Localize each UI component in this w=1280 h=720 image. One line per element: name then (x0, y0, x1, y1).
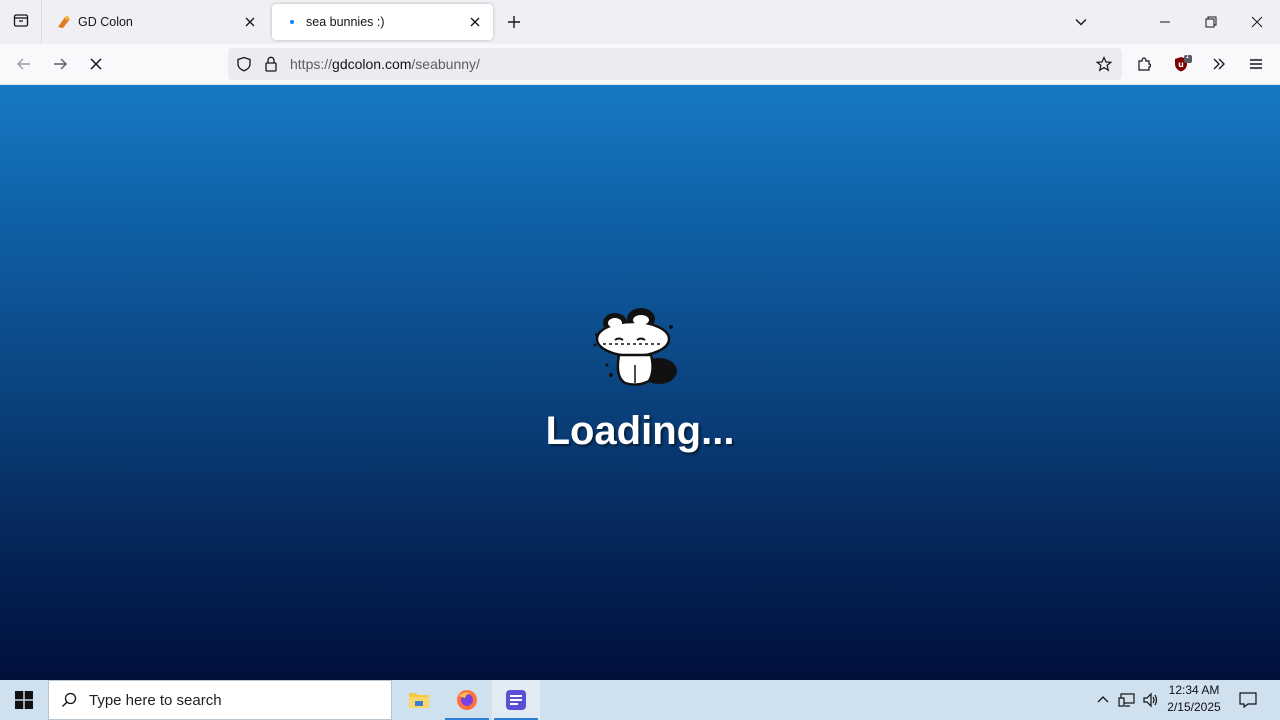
page-content: Loading... (0, 85, 1280, 680)
notifications-button[interactable] (1234, 680, 1262, 720)
url-path: /seabunny/ (411, 56, 480, 72)
gd-colon-favicon-icon (56, 14, 72, 30)
volume-button[interactable] (1140, 680, 1162, 720)
extensions-button[interactable] (1128, 48, 1160, 80)
speaker-icon (1143, 692, 1158, 708)
chevron-down-icon (1075, 19, 1087, 26)
puzzle-icon (1138, 57, 1152, 71)
firefox-icon (457, 690, 477, 710)
minimize-icon (1160, 21, 1170, 23)
tracking-protection-shield-icon[interactable] (232, 48, 256, 80)
clock-time: 12:34 AM (1168, 683, 1220, 697)
taskbar-clock[interactable]: 12:34 AM 2/15/2025 (1160, 682, 1228, 718)
tab-bar: GD Colon sea bunnies :) (0, 0, 1280, 44)
tab-sea-bunnies[interactable]: sea bunnies :) (272, 4, 493, 40)
menu-button[interactable] (1240, 48, 1272, 80)
loading-indicator: Loading... (540, 305, 740, 465)
url-text[interactable]: https://gdcolon.com/seabunny/ (290, 48, 480, 80)
taskbar-firefox[interactable] (443, 680, 491, 720)
taskbar-search-box[interactable]: Type here to search (48, 680, 392, 720)
navigation-toolbar: https://gdcolon.com/seabunny/ u 1 (0, 44, 1280, 85)
bookmark-star-icon[interactable] (1092, 48, 1116, 80)
chat-app-icon (506, 690, 526, 710)
windows-logo-icon (15, 691, 33, 709)
address-bar[interactable]: https://gdcolon.com/seabunny/ (228, 48, 1122, 80)
new-tab-button[interactable] (502, 10, 526, 34)
taskbar-file-explorer[interactable] (395, 680, 443, 720)
double-chevron-right-icon (1213, 58, 1225, 70)
extension-badge-count: 1 (1185, 52, 1190, 60)
stop-loading-button[interactable] (80, 48, 112, 80)
plus-icon (508, 16, 520, 28)
svg-text:u: u (1178, 60, 1184, 69)
lock-icon[interactable] (259, 48, 283, 80)
close-icon (1251, 16, 1263, 28)
forward-button[interactable] (44, 48, 76, 80)
url-scheme: https:// (290, 56, 333, 72)
back-arrow-icon (17, 58, 30, 70)
tab-title: GD Colon (78, 15, 133, 29)
ublock-extension-button[interactable]: u 1 (1166, 48, 1198, 80)
chevron-up-icon (1097, 696, 1109, 703)
stop-icon (90, 58, 102, 70)
network-button[interactable] (1116, 680, 1138, 720)
tab-list-icon (13, 12, 29, 33)
sea-bunny-icon (593, 308, 677, 386)
close-tab-icon[interactable] (463, 10, 487, 34)
close-tab-icon[interactable] (238, 10, 262, 34)
forward-arrow-icon (54, 58, 67, 70)
more-tools-button[interactable] (1203, 48, 1235, 80)
tab-gd-colon[interactable]: GD Colon (44, 4, 268, 40)
start-button[interactable] (0, 680, 48, 720)
search-placeholder: Type here to search (89, 691, 222, 709)
restore-icon (1205, 16, 1217, 28)
network-icon (1118, 693, 1135, 707)
clock-date: 2/15/2025 (1167, 700, 1221, 714)
loading-text: Loading... (545, 409, 735, 453)
tab-overflow-button[interactable] (1058, 0, 1104, 44)
search-icon (49, 692, 89, 708)
url-domain: gdcolon.com (332, 56, 412, 72)
hamburger-menu-icon (1250, 59, 1262, 69)
windows-taskbar: Type here to search 12:34 AM 2/15/2025 (0, 680, 1280, 720)
folder-icon (409, 693, 429, 708)
minimize-button[interactable] (1142, 0, 1188, 44)
notification-icon (1239, 692, 1257, 708)
show-hidden-icons-button[interactable] (1092, 680, 1114, 720)
loading-dot-icon (284, 14, 300, 30)
taskbar-app-purple[interactable] (492, 680, 540, 720)
close-window-button[interactable] (1234, 0, 1280, 44)
tab-title: sea bunnies :) (306, 15, 385, 29)
back-button[interactable] (8, 48, 40, 80)
list-all-tabs-button[interactable] (0, 0, 42, 44)
restore-button[interactable] (1188, 0, 1234, 44)
